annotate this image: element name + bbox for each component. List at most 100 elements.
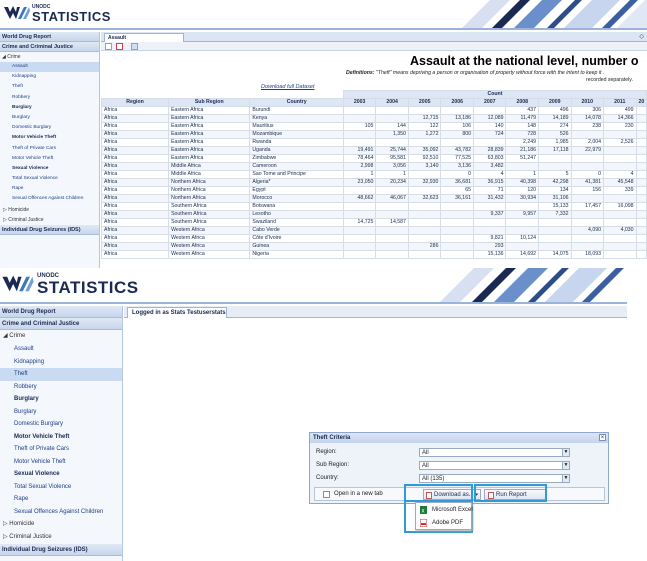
- table-row: Africa Western Africa Nigeria 15,136 14,692 1…: [100, 250, 647, 259]
- sidebar-item[interactable]: Motor Vehicle Theft: [0, 154, 99, 164]
- close-icon[interactable]: ×: [599, 434, 606, 441]
- sidebar-item[interactable]: Kidnapping: [0, 356, 122, 369]
- column-header: 2010: [570, 98, 605, 107]
- table-cell: Africa: [100, 218, 170, 227]
- subregion-select[interactable]: All ▼: [419, 461, 570, 470]
- tree-homicide[interactable]: ▷ Homicide: [0, 205, 99, 215]
- table-cell: 17,118: [538, 146, 572, 155]
- new-tab-checkbox[interactable]: [323, 491, 330, 498]
- sidebar-item[interactable]: Robbery: [0, 381, 122, 394]
- chevron-down-icon[interactable]: ▼: [562, 449, 569, 456]
- table-cell: [570, 218, 605, 227]
- tab-menu-icon[interactable]: ◇: [639, 33, 644, 40]
- table-cell: 3,056: [375, 162, 409, 171]
- country-select[interactable]: All (135) ▼: [419, 474, 570, 483]
- sidebar-item[interactable]: Burglary: [0, 406, 122, 419]
- save-icon[interactable]: [131, 43, 138, 50]
- sidebar-item[interactable]: Rape: [0, 184, 99, 194]
- table-cell: [375, 186, 409, 195]
- table-row: Africa Western Africa Cabo Verde 4,090 4,030: [100, 226, 647, 235]
- table-cell: 92,510: [407, 154, 442, 163]
- sidebar-item[interactable]: Sexual Violence: [0, 164, 99, 174]
- sidebar-item[interactable]: Motor Vehicle Theft: [0, 456, 122, 469]
- table-row: Africa Northern Africa Morocco 48,662 46,067…: [100, 194, 647, 203]
- region-select[interactable]: All ▼: [419, 448, 570, 457]
- table-cell: [342, 202, 377, 211]
- table-cell: 30,934: [505, 194, 539, 203]
- sidebar-item[interactable]: Burglary: [0, 103, 99, 113]
- table-cell: [440, 234, 474, 243]
- svg-text:x: x: [422, 509, 425, 515]
- sidebar-item[interactable]: Sexual Offences Against Children: [0, 506, 122, 519]
- tree-crime[interactable]: ◢ Crime: [0, 52, 99, 62]
- sidebar-item[interactable]: Theft of Private Cars: [0, 443, 122, 456]
- table-cell: Southern Africa: [168, 202, 251, 211]
- tree-criminal-justice[interactable]: ▷ Criminal Justice: [0, 531, 122, 544]
- nav-world-drug-report[interactable]: World Drug Report: [0, 306, 122, 318]
- table-cell: 46,067: [375, 194, 409, 203]
- sidebar-item[interactable]: Assault: [0, 62, 99, 73]
- sidebar-item[interactable]: Domestic Burglary: [0, 123, 99, 133]
- sidebar-item[interactable]: Theft: [0, 368, 122, 381]
- sidebar-item[interactable]: Kidnapping: [0, 72, 99, 82]
- pdf-icon: [420, 519, 427, 527]
- nav-drug-seizures[interactable]: Individual Drug Seizures (IDS): [0, 224, 99, 235]
- table-cell: 2,249: [505, 138, 539, 147]
- sidebar-item[interactable]: Burglary: [0, 113, 99, 123]
- table-cell: 14,075: [538, 250, 572, 259]
- print-icon[interactable]: [105, 43, 112, 50]
- tree-criminal-justice[interactable]: ▷ Criminal Justice: [0, 215, 99, 225]
- table-cell: 140: [472, 122, 507, 131]
- export-pdf-icon[interactable]: [116, 43, 123, 50]
- sidebar-item[interactable]: Motor Vehicle Theft: [0, 431, 122, 444]
- table-cell: Morocco: [249, 194, 344, 203]
- nav-drug-seizures[interactable]: Individual Drug Seizures (IDS): [0, 544, 122, 556]
- nav-world-drug-report[interactable]: World Drug Report: [0, 32, 99, 42]
- sidebar-item[interactable]: Rape: [0, 493, 122, 506]
- menu-item-pdf[interactable]: Adobe PDF: [416, 517, 471, 529]
- sidebar-item[interactable]: Total Sexual Violence: [0, 174, 99, 184]
- nav-crime-section[interactable]: Crime and Criminal Justice: [0, 318, 122, 330]
- tab-strip: Logged in as Stats Testuserstats: [124, 306, 627, 318]
- chevron-down-icon[interactable]: ▼: [562, 462, 569, 469]
- sidebar-item[interactable]: Theft: [0, 82, 99, 92]
- table-cell: [635, 186, 647, 195]
- sidebar-item[interactable]: Burglary: [0, 393, 122, 406]
- table-cell: 48,662: [342, 194, 377, 203]
- sidebar-item[interactable]: Assault: [0, 343, 122, 356]
- sidebar-item[interactable]: Sexual Violence: [0, 468, 122, 481]
- table-cell: Africa: [100, 186, 170, 195]
- sidebar-item[interactable]: Total Sexual Violence: [0, 481, 122, 494]
- dialog-title: Theft Criteria: [310, 433, 608, 443]
- table-cell: [570, 162, 605, 171]
- tree-crime[interactable]: ◢ Crime: [0, 330, 122, 343]
- table-cell: 148: [505, 122, 539, 131]
- sidebar-items: Assault Kidnapping Theft Robbery Burglary Bur…: [0, 343, 122, 518]
- table-cell: 63,803: [472, 154, 507, 163]
- sidebar-item[interactable]: Theft of Private Cars: [0, 144, 99, 154]
- sidebar-item[interactable]: Sexual Offences Against Children: [0, 194, 99, 204]
- table-cell: 41,381: [570, 178, 605, 187]
- tree-homicide[interactable]: ▷ Homicide: [0, 518, 122, 531]
- tab-logged-in[interactable]: Logged in as Stats Testuserstats: [127, 307, 227, 318]
- table-cell: Algeria*: [249, 178, 344, 187]
- sidebar-item[interactable]: Domestic Burglary: [0, 418, 122, 431]
- sidebar-item[interactable]: Motor Vehicle Theft: [0, 133, 99, 143]
- chevron-down-icon[interactable]: ▼: [562, 475, 569, 482]
- table-cell: Eastern Africa: [168, 146, 251, 155]
- table-cell: [570, 154, 605, 163]
- table-cell: 35,092: [407, 146, 442, 155]
- table-cell: 71: [472, 186, 507, 195]
- new-tab-label: Open in a new tab: [334, 491, 383, 497]
- table-cell: 18,093: [570, 250, 605, 259]
- table-cell: 134: [538, 186, 572, 195]
- tab-assault[interactable]: Assault: [104, 33, 184, 42]
- sidebar-item[interactable]: Robbery: [0, 93, 99, 103]
- table-cell: [635, 226, 647, 235]
- menu-item-excel[interactable]: x Microsoft Excel: [416, 504, 473, 516]
- table-cell: 13,186: [440, 114, 474, 123]
- table-cell: 526: [538, 130, 572, 139]
- table-row: Africa Eastern Africa Mozambique 1,350 1,272…: [100, 130, 647, 139]
- table-cell: [375, 114, 409, 123]
- nav-crime-section[interactable]: Crime and Criminal Justice: [0, 42, 99, 52]
